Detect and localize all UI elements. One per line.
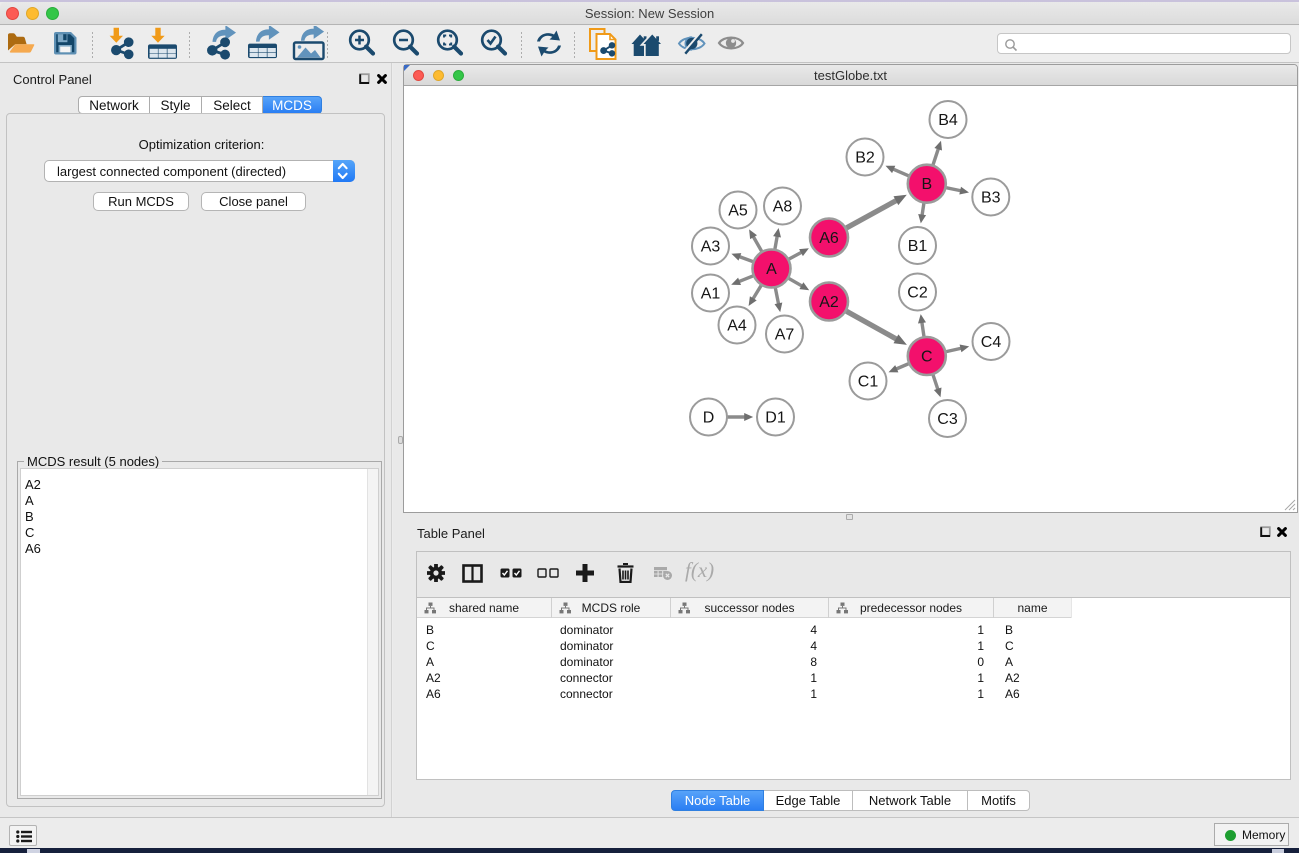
svg-text:A4: A4 (727, 318, 747, 335)
svg-text:C3: C3 (937, 411, 958, 428)
svg-text:A3: A3 (701, 239, 721, 256)
svg-text:B4: B4 (938, 112, 958, 129)
svg-text:D1: D1 (765, 410, 786, 427)
svg-text:C2: C2 (907, 285, 928, 302)
svg-text:B: B (921, 176, 932, 193)
svg-text:B1: B1 (908, 238, 928, 255)
svg-text:A: A (766, 261, 777, 278)
svg-text:A2: A2 (819, 294, 839, 311)
svg-text:A7: A7 (775, 327, 795, 344)
svg-text:C1: C1 (858, 374, 879, 391)
svg-text:B3: B3 (981, 190, 1001, 207)
svg-text:D: D (703, 410, 715, 427)
svg-text:A5: A5 (728, 203, 748, 220)
svg-text:A6: A6 (819, 230, 839, 247)
svg-text:A8: A8 (773, 199, 793, 216)
svg-text:A1: A1 (701, 286, 721, 303)
svg-text:C: C (921, 349, 933, 366)
svg-text:B2: B2 (855, 150, 875, 167)
svg-text:C4: C4 (981, 334, 1002, 351)
